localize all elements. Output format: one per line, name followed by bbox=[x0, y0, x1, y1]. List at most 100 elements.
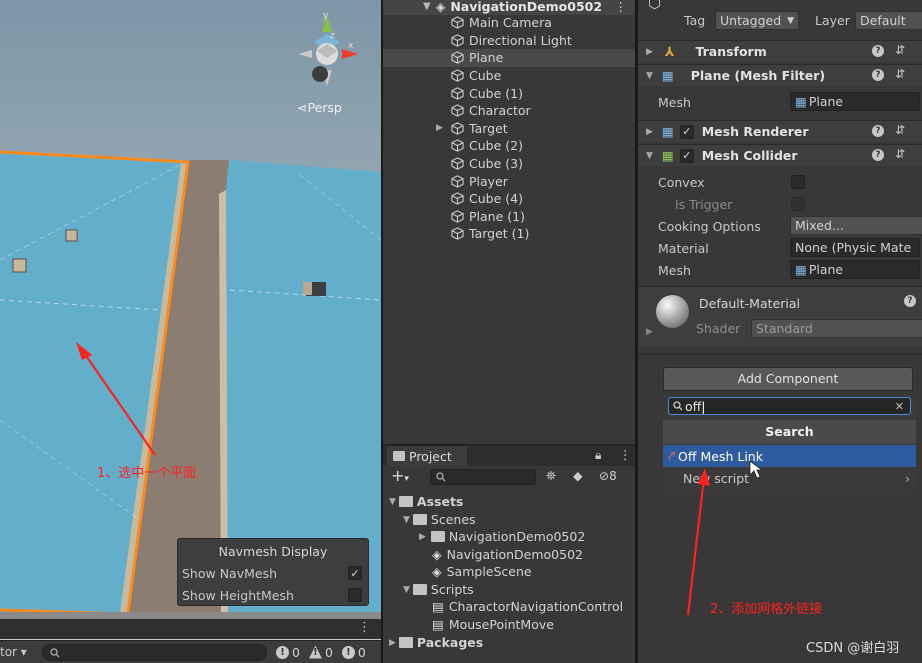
annotation-select-plane: 1、选中一个平面 bbox=[97, 466, 197, 481]
info-count[interactable]: ! 0 bbox=[341, 645, 366, 660]
hierarchy-item-label: Cube (3) bbox=[469, 156, 523, 172]
add-component-popup: off | ✕ Search ⤤ Off Mesh Link New script… bbox=[663, 394, 916, 494]
project-panel: Project 🔒︎ ⋮ +▾ ⛯ ◆ ⊘8 ▼ Assets ▼ Scenes ▶… bbox=[383, 446, 635, 663]
perspective-icon: ⋖ bbox=[297, 100, 308, 115]
hidden-packages-icon[interactable]: ⊘8 bbox=[599, 469, 617, 483]
tree-script-charactor[interactable]: ▤ CharactorNavigationControl bbox=[432, 598, 623, 616]
filter-by-type-icon[interactable]: ⛯ bbox=[546, 468, 556, 484]
tree-packages[interactable]: ▶ Packages bbox=[389, 634, 483, 652]
tree-scripts[interactable]: ▼ Scripts bbox=[403, 581, 474, 599]
preset-icon[interactable]: ⇵ bbox=[895, 123, 905, 137]
material-preview-sphere bbox=[656, 295, 689, 328]
hierarchy-scene-row[interactable]: ▼ ◈ NavigationDemo0502 ⋮ bbox=[383, 0, 635, 15]
hierarchy-item[interactable]: Cube (4) bbox=[383, 190, 635, 208]
navmesh-display-title: Navmesh Display bbox=[218, 544, 328, 559]
transform-icon: ⅄ bbox=[664, 44, 675, 59]
hierarchy-item[interactable]: Plane bbox=[383, 49, 635, 67]
gameobject-cube-icon bbox=[451, 86, 464, 100]
search-icon bbox=[673, 401, 683, 411]
expand-arrow-icon: ▼ bbox=[403, 514, 410, 525]
physic-material-field[interactable]: None (Physic Mate bbox=[790, 238, 920, 257]
hierarchy-item[interactable]: Cube (2) bbox=[383, 137, 635, 155]
hierarchy-item[interactable]: Main Camera bbox=[383, 14, 635, 32]
expand-arrow-icon: ▶ bbox=[646, 126, 653, 137]
expand-arrow-icon: ▼ bbox=[403, 584, 410, 595]
mesh-renderer-enabled-checkbox[interactable]: ✓ bbox=[679, 124, 694, 139]
search-icon bbox=[436, 472, 446, 482]
help-icon[interactable]: ? bbox=[872, 45, 884, 57]
svg-text:z: z bbox=[330, 31, 335, 41]
gameobject-cube-icon bbox=[451, 51, 464, 65]
hierarchy-item[interactable]: ▶ Target bbox=[383, 120, 635, 138]
expand-arrow-icon[interactable]: ▶ bbox=[436, 123, 451, 133]
create-plus-button[interactable]: +▾ bbox=[391, 466, 409, 485]
expand-arrow-icon: ▼ bbox=[646, 150, 653, 161]
expand-arrow-icon[interactable]: ▼ bbox=[423, 1, 431, 12]
projection-toggle[interactable]: ⋖Persp bbox=[297, 100, 342, 115]
gameobject-cube-icon bbox=[451, 16, 464, 29]
show-navmesh-checkbox[interactable]: ✓ bbox=[348, 566, 362, 580]
off-mesh-link-result[interactable]: ⤤ Off Mesh Link bbox=[663, 445, 916, 467]
help-icon[interactable]: ? bbox=[872, 69, 884, 81]
lock-icon[interactable]: 🔒︎ bbox=[595, 448, 601, 463]
clear-search-icon[interactable]: ✕ bbox=[895, 400, 904, 413]
tab-menu-icon[interactable]: ⋮ bbox=[619, 447, 632, 462]
tree-script-mouse[interactable]: ▤ MousePointMove bbox=[432, 616, 554, 634]
convex-checkbox[interactable] bbox=[791, 175, 805, 189]
console-dropdown[interactable]: tor ▾ bbox=[0, 645, 30, 659]
more-menu-icon[interactable]: ⋮ bbox=[358, 620, 371, 635]
hierarchy-item-label: Cube bbox=[469, 68, 502, 84]
mesh-collider-icon: ▦ bbox=[661, 148, 674, 163]
hierarchy-item-label: Target bbox=[469, 120, 508, 136]
preset-icon[interactable]: ⇵ bbox=[895, 147, 905, 161]
show-heightmesh-checkbox[interactable] bbox=[348, 588, 362, 602]
preset-icon[interactable]: ⇵ bbox=[895, 67, 905, 81]
expand-arrow-icon[interactable]: ▶ bbox=[646, 327, 653, 337]
shader-dropdown[interactable]: Standard bbox=[751, 319, 922, 338]
cooking-options-dropdown[interactable]: Mixed... bbox=[790, 216, 922, 235]
collider-mesh-field[interactable]: ▦ Plane bbox=[790, 260, 920, 279]
layer-dropdown[interactable]: Default bbox=[855, 11, 922, 30]
hierarchy-item-label: Plane bbox=[469, 50, 504, 66]
show-heightmesh-row[interactable]: Show HeightMesh bbox=[178, 584, 368, 606]
unity-scene-icon: ◈ bbox=[432, 547, 442, 563]
add-component-button[interactable]: Add Component bbox=[663, 367, 913, 391]
hierarchy-item[interactable]: Charactor bbox=[383, 102, 635, 120]
hierarchy-item[interactable]: Cube (1) bbox=[383, 84, 635, 102]
tag-dropdown[interactable]: Untagged ▼ bbox=[715, 11, 799, 30]
is-trigger-checkbox[interactable] bbox=[791, 197, 805, 211]
warning-count[interactable]: ! 0 bbox=[308, 645, 333, 660]
new-script-item[interactable]: New script › bbox=[663, 467, 916, 489]
tree-scene-file[interactable]: ◈ NavigationDemo0502 bbox=[432, 546, 583, 564]
tab-project[interactable]: Project bbox=[387, 446, 467, 466]
hierarchy-item[interactable]: Player bbox=[383, 172, 635, 190]
hierarchy-item-label: Main Camera bbox=[469, 15, 552, 31]
hierarchy-item[interactable]: Target (1) bbox=[383, 225, 635, 243]
scene-menu-icon[interactable]: ⋮ bbox=[615, 0, 628, 14]
tree-scenes[interactable]: ▼ Scenes bbox=[403, 511, 476, 529]
hierarchy-item[interactable]: Plane (1) bbox=[383, 208, 635, 226]
hierarchy-item-label: Player bbox=[469, 173, 508, 189]
tree-assets[interactable]: ▼ Assets bbox=[389, 493, 463, 511]
scene-view[interactable]: y x z ⋖Persp 1、选中一个平面 Navmesh Display Sh… bbox=[0, 0, 381, 640]
help-icon[interactable]: ? bbox=[872, 149, 884, 161]
tree-scene-folder[interactable]: ▶ NavigationDemo0502 bbox=[419, 528, 585, 546]
help-icon[interactable]: ? bbox=[872, 125, 884, 137]
hierarchy-item[interactable]: Cube (3) bbox=[383, 155, 635, 173]
preset-icon[interactable]: ⇵ bbox=[895, 43, 905, 57]
console-search-input[interactable] bbox=[42, 643, 267, 661]
csharp-script-icon: ▤ bbox=[432, 617, 444, 633]
filter-by-label-icon[interactable]: ◆ bbox=[573, 468, 583, 483]
mesh-collider-enabled-checkbox[interactable]: ✓ bbox=[679, 148, 694, 163]
mesh-field[interactable]: ▦ Plane bbox=[790, 92, 920, 111]
tree-sample-scene[interactable]: ◈ SampleScene bbox=[432, 563, 532, 581]
show-navmesh-row[interactable]: Show NavMesh ✓ bbox=[178, 562, 368, 584]
component-search-input[interactable]: off | ✕ bbox=[668, 397, 911, 415]
help-icon[interactable]: ? bbox=[904, 295, 916, 307]
project-search-input[interactable] bbox=[430, 469, 536, 485]
unity-scene-icon: ◈ bbox=[432, 564, 442, 580]
hierarchy-item[interactable]: Directional Light bbox=[383, 32, 635, 50]
orientation-gizmo-icon[interactable]: y x z bbox=[292, 8, 362, 92]
hierarchy-item[interactable]: Cube bbox=[383, 67, 635, 85]
error-count[interactable]: ! 0 bbox=[276, 645, 300, 660]
